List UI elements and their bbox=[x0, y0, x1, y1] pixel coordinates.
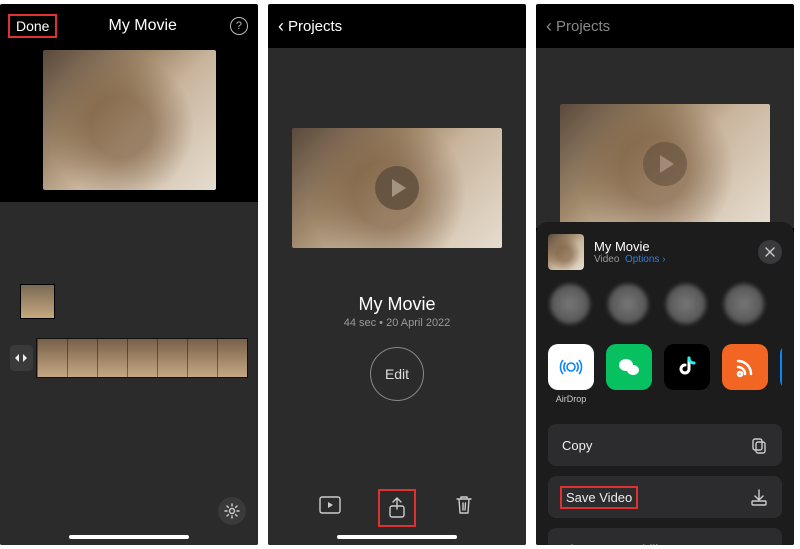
nav-bar: Done My Movie ? bbox=[0, 4, 258, 48]
app-airdrop[interactable]: AirDrop bbox=[548, 344, 594, 404]
back-button[interactable]: ‹ Projects bbox=[278, 17, 342, 35]
tiktok-icon bbox=[674, 354, 700, 380]
action-copy[interactable]: Copy bbox=[548, 424, 782, 466]
page-title: My Movie bbox=[109, 17, 177, 35]
app-rss[interactable] bbox=[722, 344, 768, 404]
close-button[interactable] bbox=[758, 240, 782, 264]
airdrop-icon bbox=[556, 352, 586, 382]
copy-icon bbox=[750, 436, 768, 454]
gear-icon bbox=[224, 503, 240, 519]
chevron-left-icon: ‹ bbox=[546, 17, 552, 35]
app-wechat[interactable] bbox=[606, 344, 652, 404]
editor-screen: Done My Movie ? bbox=[0, 4, 258, 545]
wechat-icon bbox=[615, 353, 643, 381]
help-icon[interactable]: ? bbox=[230, 17, 248, 35]
sheet-kind: Video bbox=[594, 254, 619, 265]
close-icon bbox=[765, 247, 775, 257]
nav-bar: ‹ Projects bbox=[268, 4, 526, 48]
chevron-left-icon: ‹ bbox=[278, 17, 284, 35]
delete-button[interactable] bbox=[450, 491, 478, 519]
filmstrip[interactable] bbox=[36, 338, 248, 378]
rss-icon bbox=[732, 354, 758, 380]
share-sheet: My Movie Video Options › AirDrop bbox=[536, 222, 794, 545]
download-icon bbox=[750, 488, 768, 506]
options-link[interactable]: Options › bbox=[625, 254, 666, 265]
home-indicator[interactable] bbox=[337, 535, 457, 539]
action-share-notability[interactable]: Share to Notability bbox=[548, 528, 782, 545]
video-preview[interactable] bbox=[43, 50, 216, 190]
back-label: Projects bbox=[556, 18, 610, 35]
video-thumbnail-dimmed bbox=[560, 104, 770, 224]
share-button[interactable] bbox=[380, 491, 414, 525]
contact-avatar[interactable] bbox=[550, 284, 590, 324]
play-button bbox=[643, 142, 687, 186]
apps-row: AirDrop bbox=[548, 344, 782, 404]
contact-avatar[interactable] bbox=[666, 284, 706, 324]
sheet-subtitle: Video Options › bbox=[594, 254, 666, 265]
pencil-icon bbox=[750, 540, 768, 545]
home-indicator[interactable] bbox=[69, 535, 189, 539]
trash-icon bbox=[455, 495, 473, 515]
bottom-toolbar bbox=[268, 491, 526, 525]
transition-icon[interactable] bbox=[10, 345, 33, 371]
app-files[interactable] bbox=[780, 344, 782, 404]
play-button[interactable] bbox=[375, 166, 419, 210]
app-tiktok[interactable] bbox=[664, 344, 710, 404]
sheet-title-block: My Movie Video Options › bbox=[594, 239, 666, 265]
done-button[interactable]: Done bbox=[10, 16, 55, 36]
settings-button[interactable] bbox=[218, 497, 246, 525]
timeline-track[interactable] bbox=[10, 338, 248, 378]
clip-thumbnail[interactable] bbox=[20, 284, 55, 319]
project-detail-screen: ‹ Projects My Movie 44 sec • 20 April 20… bbox=[268, 4, 526, 545]
share-sheet-screen: ‹ Projects My Movie Video Options › bbox=[536, 4, 794, 545]
action-save-video[interactable]: Save Video bbox=[548, 476, 782, 518]
action-label: Copy bbox=[562, 438, 592, 453]
action-label: Save Video bbox=[562, 488, 636, 507]
play-icon bbox=[660, 155, 674, 173]
movie-subtitle: 44 sec • 20 April 2022 bbox=[268, 317, 526, 329]
share-icon bbox=[388, 497, 406, 519]
sheet-thumbnail bbox=[548, 234, 584, 270]
back-button: ‹ Projects bbox=[546, 17, 610, 35]
movie-title: My Movie bbox=[268, 294, 526, 315]
play-icon bbox=[392, 179, 406, 197]
edit-button[interactable]: Edit bbox=[370, 347, 424, 401]
action-list: Copy Save Video Share to Notability Open… bbox=[548, 424, 782, 545]
action-label: Share to Notability bbox=[562, 542, 668, 546]
sheet-title: My Movie bbox=[594, 239, 666, 254]
sheet-header: My Movie Video Options › bbox=[548, 234, 782, 270]
play-rect-icon bbox=[319, 496, 341, 514]
nav-bar: ‹ Projects bbox=[536, 4, 794, 48]
app-label: AirDrop bbox=[556, 394, 587, 404]
play-fullscreen-button[interactable] bbox=[316, 491, 344, 519]
contacts-row bbox=[548, 284, 782, 324]
video-thumbnail[interactable] bbox=[292, 128, 502, 248]
contact-avatar[interactable] bbox=[608, 284, 648, 324]
body: My Movie 44 sec • 20 April 2022 Edit bbox=[268, 48, 526, 545]
back-label: Projects bbox=[288, 18, 342, 35]
contact-avatar[interactable] bbox=[724, 284, 764, 324]
